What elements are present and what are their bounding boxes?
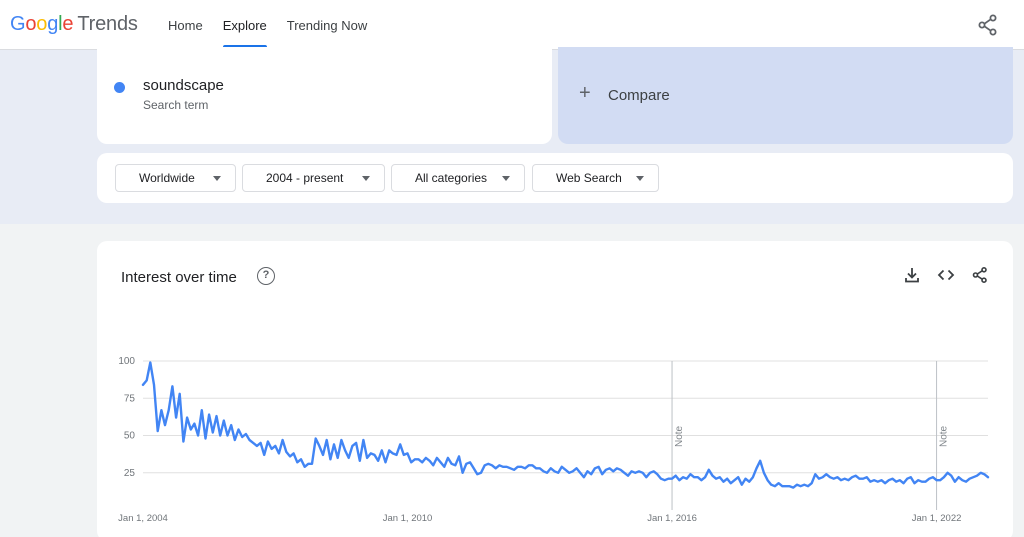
interest-chart[interactable]: 25 50 75 100 Jan 1, 2004 Jan 1, 2010 Jan 1, 20… — [0, 0, 1024, 537]
x-tick-label: Jan 1, 2022 — [912, 513, 962, 524]
x-tick-label: Jan 1, 2010 — [383, 513, 433, 524]
x-tick-label: Jan 1, 2016 — [647, 513, 697, 524]
y-tick-label: 75 — [124, 393, 136, 404]
y-tick-label: 100 — [118, 356, 135, 367]
note-label: Note — [939, 425, 950, 447]
x-tick-label: Jan 1, 2004 — [118, 513, 168, 524]
series-line-soundscape — [141, 361, 990, 489]
y-tick-label: 50 — [124, 431, 136, 442]
note-label: Note — [674, 425, 685, 447]
y-tick-label: 25 — [124, 468, 136, 479]
